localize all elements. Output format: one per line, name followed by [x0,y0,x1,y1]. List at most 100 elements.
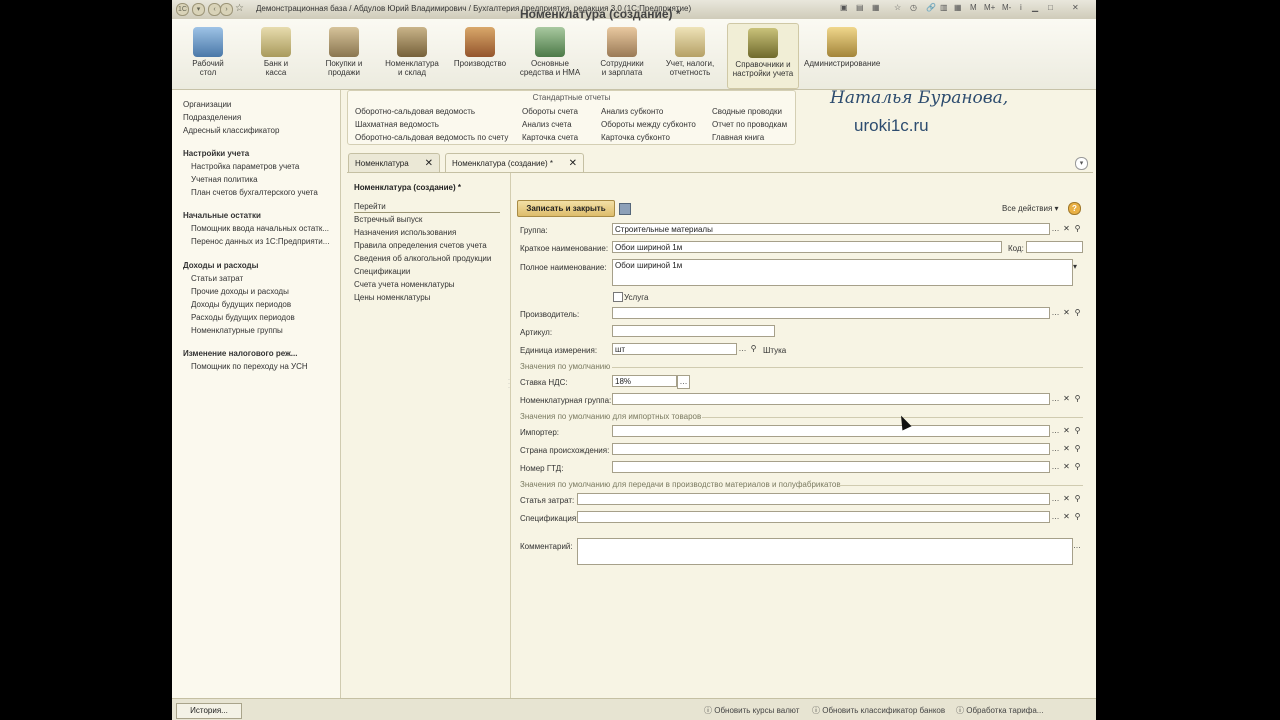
link-icon[interactable]: 🔗 [926,3,936,12]
service-checkbox[interactable] [613,292,623,302]
report-link[interactable]: Шахматная ведомость [355,120,439,129]
gtd-field[interactable] [612,461,1050,473]
left-link[interactable]: Помощник по переходу на УСН [191,362,308,371]
section-bank[interactable]: Банк и касса [244,23,308,87]
menu-icon[interactable]: ▾ [192,3,205,16]
calendar-icon[interactable]: ▦ [954,3,962,12]
save-icon[interactable] [619,203,631,215]
section-admin[interactable]: Администрирование [804,23,880,87]
report-link[interactable]: Отчет по проводкам [712,120,787,129]
vat-select-icon[interactable]: … [677,375,690,389]
left-link[interactable]: Настройка параметров учета [191,162,299,171]
cost-item-field-buttons[interactable]: … ✕ ⚲ [1050,493,1083,505]
country-field[interactable] [612,443,1050,455]
history-button[interactable]: История... [176,703,242,719]
status-link[interactable]: ⓘ Обновить классификатор банков [812,705,945,716]
left-link[interactable]: План счетов бухгалтерского учета [191,188,318,197]
report-link[interactable]: Оборотно-сальдовая ведомость [355,107,475,116]
left-link[interactable]: Доходы будущих периодов [191,300,291,309]
section-purchases[interactable]: Покупки и продажи [312,23,376,87]
report-link[interactable]: Карточка счета [522,133,578,142]
status-link[interactable]: ⓘ Обработка тарифа... [956,705,1092,716]
splitter-handle-icon[interactable]: · · · [508,377,510,391]
section-employees[interactable]: Сотрудники и зарплата [590,23,654,87]
close-tab-icon[interactable]: ✕ [569,154,577,173]
minimize-icon[interactable]: ▁ [1032,3,1038,12]
nav-link[interactable]: Назначения использования [354,228,456,237]
doc-icon[interactable]: ▦ [872,3,880,12]
article-field[interactable] [612,325,775,337]
section-nomenclature[interactable]: Номенклатура и склад [380,23,444,87]
forward-icon[interactable]: › [220,3,233,16]
left-link[interactable]: Статьи затрат [191,274,243,283]
maximize-icon[interactable]: □ [1048,3,1053,12]
report-link[interactable]: Карточка субконто [601,133,670,142]
left-link[interactable]: Расходы будущих периодов [191,313,295,322]
manufacturer-field[interactable] [612,307,1050,319]
tab-nomenclature[interactable]: Номенклатура ✕ [348,153,440,172]
report-link[interactable]: Обороты счета [522,107,578,116]
vat-field[interactable]: 18% [612,375,677,387]
app-logo-icon[interactable]: 1C [176,3,189,16]
full-name-dropdown-icon[interactable]: ▾ [1073,261,1077,273]
full-name-field[interactable]: Обои шириной 1м [612,259,1073,286]
info-icon[interactable]: i [1020,3,1022,12]
report-link[interactable]: Сводные проводки [712,107,782,116]
report-link[interactable]: Главная книга [712,133,764,142]
short-name-field[interactable]: Обои шириной 1м [612,241,1002,253]
close-tab-icon[interactable]: ✕ [425,154,433,173]
code-field[interactable] [1026,241,1083,253]
nav-link[interactable]: Сведения об алкогольной продукции [354,254,491,263]
section-assets[interactable]: Основные средства и НМА [518,23,582,87]
section-catalogs[interactable]: Справочники и настройки учета [727,23,799,89]
nav-link[interactable]: Правила определения счетов учета [354,241,487,250]
help-icon[interactable]: ? [1068,202,1081,215]
specification-field-buttons[interactable]: … ✕ ⚲ [1050,511,1083,523]
report-link[interactable]: Анализ субконто [601,107,663,116]
section-production[interactable]: Производство [448,23,512,87]
group-field-buttons[interactable]: … ✕ ⚲ [1050,223,1083,235]
all-actions-menu[interactable]: Все действия ▾ [1002,204,1059,213]
country-field-buttons[interactable]: … ✕ ⚲ [1050,443,1083,455]
gtd-field-buttons[interactable]: … ✕ ⚲ [1050,461,1083,473]
importer-field[interactable] [612,425,1050,437]
left-link-organizations[interactable]: Организации [183,100,231,109]
tab-nomenclature-create[interactable]: Номенклатура (создание) * ✕ [445,153,584,172]
nav-link[interactable]: Спецификации [354,267,410,276]
cost-item-field[interactable] [577,493,1050,505]
section-desktop[interactable]: Рабочий стол [176,23,240,87]
importer-field-buttons[interactable]: … ✕ ⚲ [1050,425,1083,437]
close-icon[interactable]: ✕ [1072,3,1079,12]
unit-field-buttons[interactable]: … ⚲ [737,343,759,355]
nom-group-field[interactable] [612,393,1050,405]
nom-group-field-buttons[interactable]: … ✕ ⚲ [1050,393,1083,405]
star-icon[interactable]: ☆ [234,3,245,14]
left-link[interactable]: Перенос данных из 1С:Предприяти... [191,237,329,246]
specification-field[interactable] [577,511,1050,523]
left-link[interactable]: Помощник ввода начальных остатк... [191,224,329,233]
group-field[interactable]: Строительные материалы [612,223,1050,235]
memory-mplus-button[interactable]: M+ [984,3,995,12]
history-icon[interactable]: ◷ [910,3,917,12]
memory-m-button[interactable]: M [970,3,977,12]
unit-field[interactable]: шт [612,343,737,355]
section-taxes[interactable]: Учет, налоги, отчетность [658,23,722,87]
memory-mminus-button[interactable]: M- [1002,3,1011,12]
favorite-icon[interactable]: ☆ [894,3,901,12]
left-link[interactable]: Прочие доходы и расходы [191,287,289,296]
manufacturer-field-buttons[interactable]: … ✕ ⚲ [1050,307,1083,319]
save-close-button[interactable]: Записать и закрыть [517,200,615,217]
nav-link[interactable]: Счета учета номенклатуры [354,280,455,289]
left-link[interactable]: Учетная политика [191,175,258,184]
nav-link[interactable]: Цены номенклатуры [354,293,430,302]
left-link[interactable]: Номенклатурные группы [191,326,283,335]
comment-select-icon[interactable]: … [1073,540,1081,552]
report-link[interactable]: Обороты между субконто [601,120,696,129]
calc-icon[interactable]: ▥ [940,3,948,12]
left-link-departments[interactable]: Подразделения [183,113,241,122]
left-link-address[interactable]: Адресный классификатор [183,126,279,135]
print-icon[interactable]: ▤ [856,3,864,12]
save-window-icon[interactable]: ▣ [840,3,848,12]
nav-link[interactable]: Встречный выпуск [354,215,422,224]
report-link[interactable]: Оборотно-сальдовая ведомость по счету [355,133,508,142]
